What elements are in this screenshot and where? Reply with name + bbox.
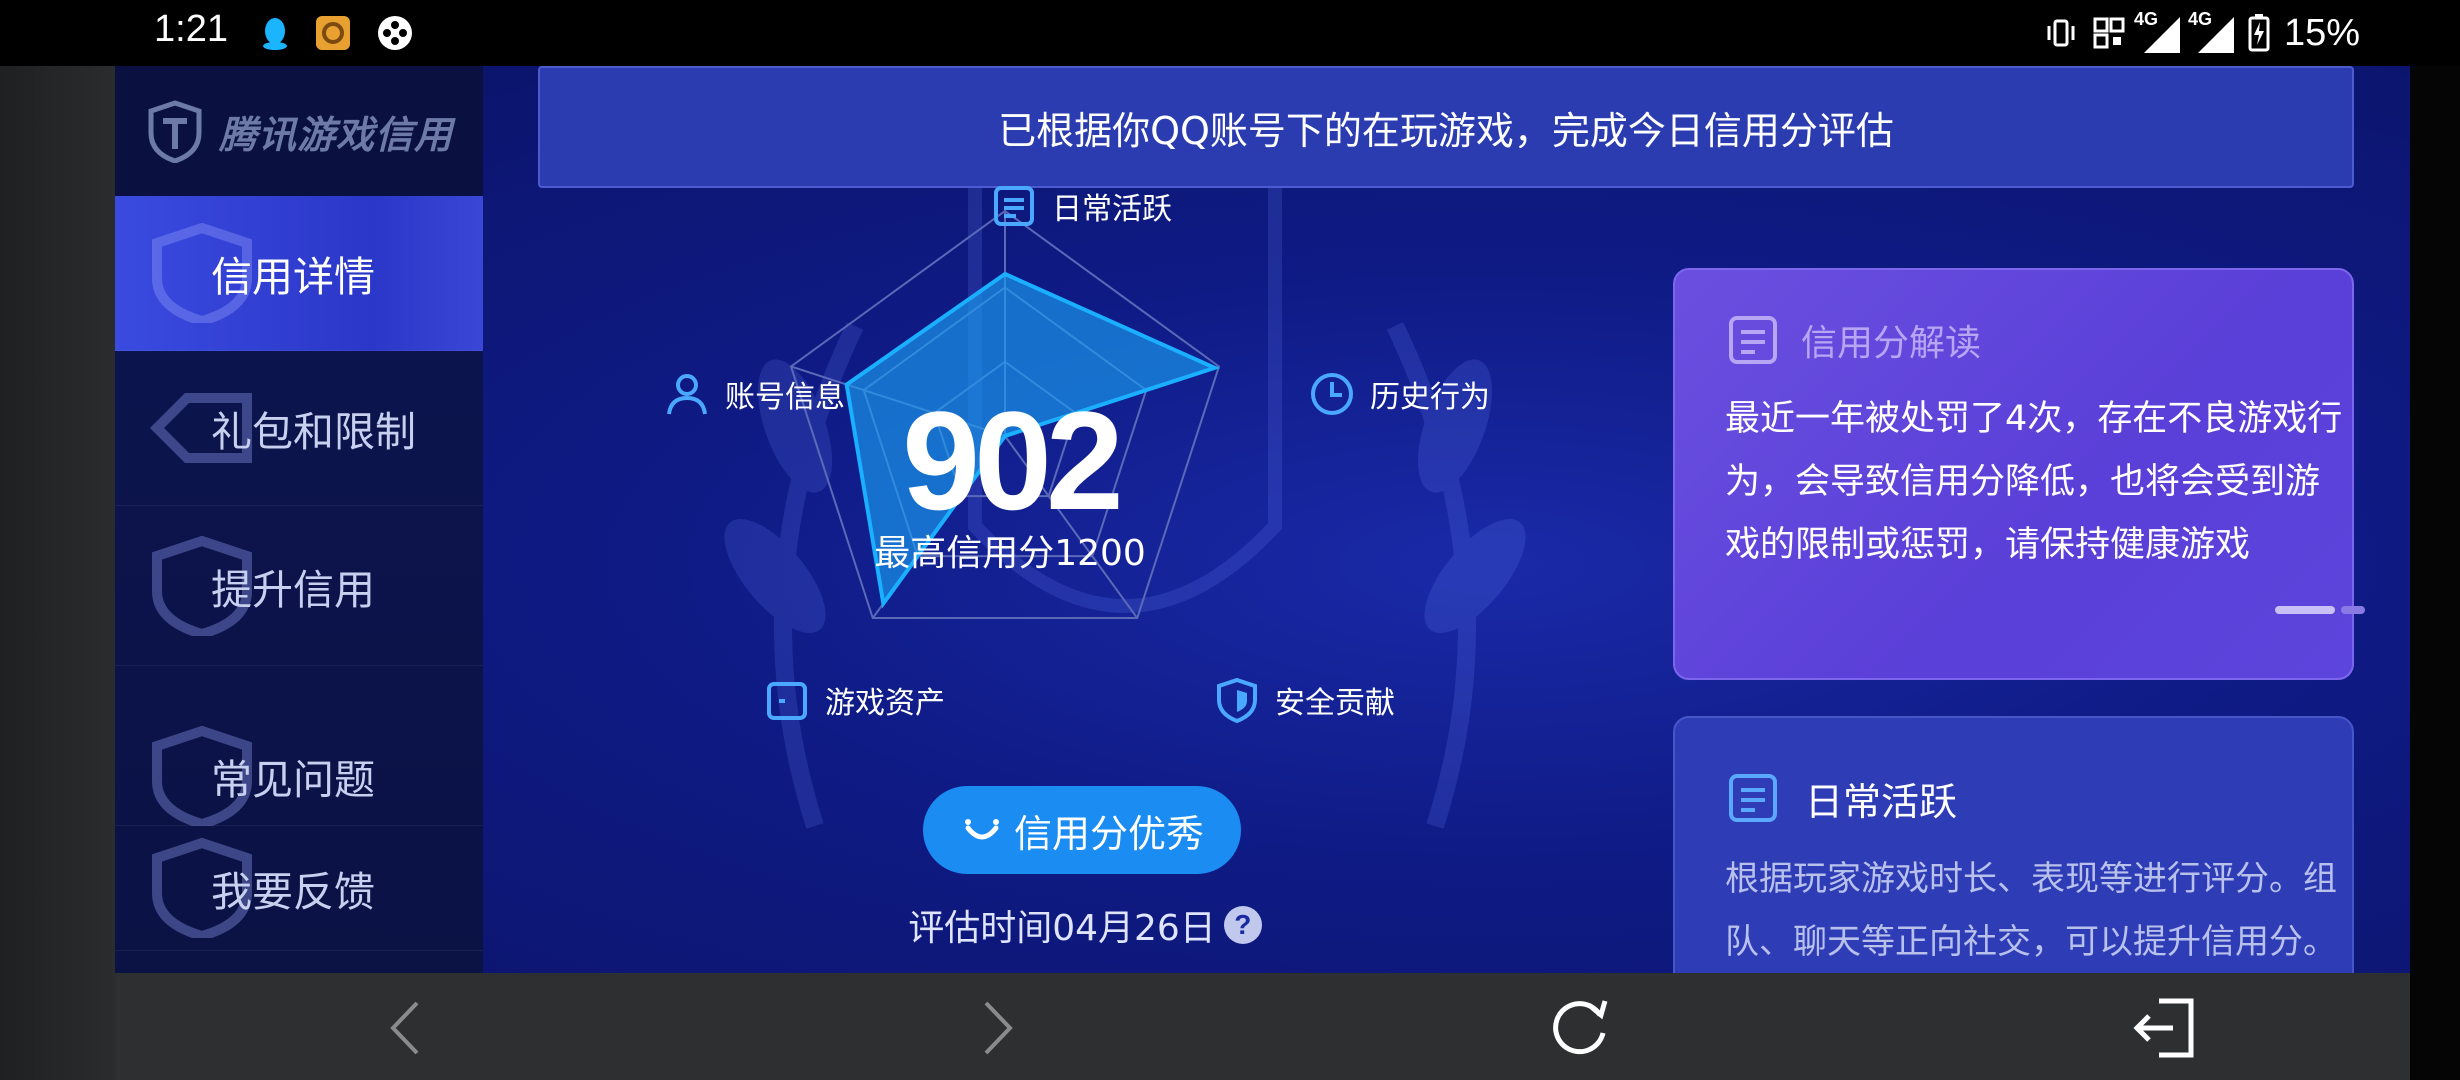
shield-icon <box>1217 677 1257 724</box>
forward-arrow-icon[interactable] <box>960 993 1030 1063</box>
card-title: 信用分解读 <box>1801 323 1982 364</box>
signal-4g-icon: 4G <box>2188 9 2234 53</box>
credit-score: 902 <box>902 382 1124 539</box>
radar-label-text: 日常活跃 <box>1052 192 1172 227</box>
card-body: 最近一年被处罚了4次，存在不良游戏行为，会导致信用分降低，也将会受到游戏的限制或… <box>1725 399 2343 565</box>
smile-icon <box>964 819 999 840</box>
qq-icon <box>263 18 287 50</box>
sidebar: 腾讯游戏信用 信用详情 礼包和限制 提升信用 常见问题 我要反馈 <box>115 66 483 973</box>
sidebar-item-label: 提升信用 <box>211 565 375 614</box>
card-body: 根据玩家游戏时长、表现等进行评分。组队、聊天等正向社交，可以提升信用分。恶 <box>1725 859 2337 962</box>
assessment-banner: 已根据你QQ账号下的在玩游戏，完成今日信用分评估 <box>538 66 2354 188</box>
signal-4g-icon: 4G <box>2134 9 2180 53</box>
document-icon <box>994 186 1034 226</box>
refresh-icon[interactable] <box>1545 993 1615 1063</box>
card-header: 信用分解读 <box>1725 312 1981 368</box>
clock-icon <box>1311 373 1353 415</box>
help-icon[interactable]: ? <box>1223 906 1262 944</box>
radar-label-account: 账号信息 <box>663 370 845 418</box>
carousel-indicator <box>2275 606 2365 614</box>
battery-charging-icon <box>2248 14 2270 52</box>
vibrate-icon <box>2047 19 2075 47</box>
app-icon <box>316 16 350 50</box>
sidebar-item-label: 我要反馈 <box>211 868 375 916</box>
max-score-label: 最高信用分1200 <box>874 533 1146 574</box>
sidebar-item-feedback[interactable]: 我要反馈 <box>115 826 483 951</box>
nfc-icon <box>2093 17 2125 49</box>
sidebar-item-improve-credit[interactable]: 提升信用 <box>115 506 483 666</box>
document-icon <box>1729 774 1777 822</box>
radar-label-daily: 日常活跃 <box>990 182 1172 230</box>
right-gutter <box>2410 66 2460 1080</box>
status-time: 1:21 <box>154 8 228 50</box>
card-header: 日常活跃 <box>1725 770 1957 826</box>
card-title: 日常活跃 <box>1805 779 1958 824</box>
document-icon <box>1729 316 1777 364</box>
sidebar-item-credit-detail[interactable]: 信用详情 <box>115 196 483 351</box>
credit-interpretation-card: 信用分解读 最近一年被处罚了4次，存在不良游戏行为，会导致信用分降低，也将会受到… <box>1673 268 2365 680</box>
carousel-dot-active <box>2275 606 2335 614</box>
sidebar-item-faq[interactable]: 常见问题 <box>115 666 483 826</box>
app-window: 腾讯游戏信用 信用详情 礼包和限制 提升信用 常见问题 我要反馈 已根据你QQ账… <box>115 66 2410 973</box>
left-gutter <box>0 66 115 1080</box>
radar-label-assets: 游戏资产 <box>763 676 945 724</box>
rating-badge[interactable]: 信用分优秀 <box>923 786 1241 874</box>
sidebar-item-gifts-limits[interactable]: 礼包和限制 <box>115 351 483 506</box>
sidebar-item-label: 常见问题 <box>211 755 375 804</box>
sidebar-item-label: 礼包和限制 <box>211 408 416 456</box>
status-icons: 4G 4G 15% <box>2044 8 2360 58</box>
sidebar-item-label: 信用详情 <box>211 253 375 301</box>
daily-activity-card: 日常活跃 根据玩家游戏时长、表现等进行评分。组队、聊天等正向社交，可以提升信用分… <box>1673 716 2354 973</box>
back-arrow-icon[interactable] <box>373 993 443 1063</box>
evaluation-time: 评估时间04月26日 ? <box>905 899 1265 951</box>
status-bar: 1:21 4G 4G 15% <box>0 0 2460 66</box>
radar-label-text: 账号信息 <box>725 380 845 415</box>
wallet-icon <box>767 682 807 720</box>
radar-label-text: 安全贡献 <box>1275 686 1395 721</box>
evaluation-time-text: 评估时间04月26日 <box>908 908 1216 949</box>
battery-percent: 15% <box>2283 11 2360 54</box>
rating-label: 信用分优秀 <box>1013 811 1204 856</box>
user-icon <box>667 374 707 415</box>
carousel-dot <box>2341 606 2365 614</box>
game-controller-icon <box>378 16 412 50</box>
exit-icon[interactable] <box>2129 993 2199 1063</box>
brand-name: 腾讯游戏信用 <box>219 112 454 157</box>
brand-header: 腾讯游戏信用 <box>115 66 483 196</box>
shield-logo-icon <box>148 100 202 163</box>
radar-label-security: 安全贡献 <box>1213 676 1395 724</box>
radar-label-text: 游戏资产 <box>825 686 945 721</box>
browser-bottom-nav <box>115 973 2410 1080</box>
radar-label-history: 历史行为 <box>1308 370 1490 418</box>
radar-label-text: 历史行为 <box>1370 380 1490 415</box>
